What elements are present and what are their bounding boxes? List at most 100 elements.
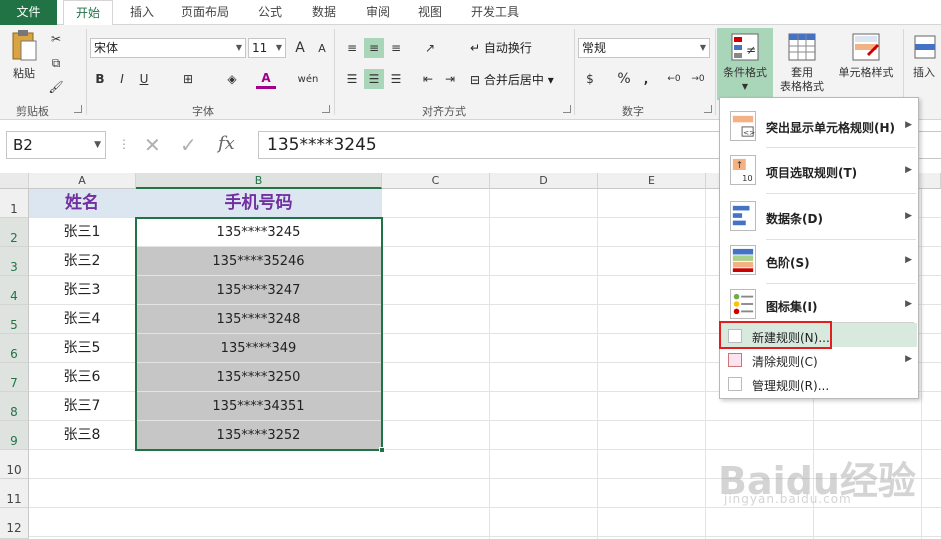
fill-color-icon[interactable]: ◈ (222, 69, 242, 89)
underline-button[interactable]: U (134, 69, 154, 89)
cut-icon[interactable]: ✂ (46, 29, 66, 49)
shrink-font-button[interactable]: A (312, 38, 332, 58)
table-cell-phone[interactable]: 135****3245 (136, 218, 382, 247)
grow-font-button[interactable]: A (290, 38, 310, 58)
percent-button[interactable]: % (614, 69, 634, 89)
number-launcher-icon[interactable] (704, 105, 712, 113)
tab-formulas[interactable]: 公式 (248, 0, 292, 25)
menu-item-data-bars[interactable]: 数据条(D) ▶ (720, 196, 918, 238)
table-cell-name[interactable]: 张三8 (29, 421, 136, 450)
name-box[interactable]: B2 ▼ (6, 131, 106, 159)
column-header-a[interactable]: A (29, 173, 136, 189)
decrease-indent-icon[interactable]: ⇤ (418, 69, 438, 89)
row-header-1[interactable]: 1 (0, 189, 29, 218)
font-name-combo[interactable]: 宋体 ▼ (90, 38, 246, 58)
excel-window: 文件 开始 插入 页面布局 公式 数据 审阅 视图 开发工具 粘贴 ✂ ⧉ 🖌 … (0, 0, 941, 539)
font-launcher-icon[interactable] (322, 105, 330, 113)
menu-item-top-bottom-rules[interactable]: ↑ 10 项目选取规则(T) ▶ (720, 150, 918, 192)
italic-button[interactable]: I (112, 69, 132, 89)
increase-indent-icon[interactable]: ⇥ (440, 69, 460, 89)
fill-handle[interactable] (379, 447, 385, 453)
currency-icon[interactable]: $ (580, 69, 600, 89)
menu-item-highlight-cells-rules[interactable]: <> 突出显示单元格规则(H) ▶ (720, 106, 918, 146)
column-header-e[interactable]: E (598, 173, 706, 189)
insert-function-icon[interactable]: fx (218, 133, 235, 154)
insert-cells-button[interactable]: 插入 (908, 28, 940, 80)
tab-developer[interactable]: 开发工具 (462, 0, 528, 25)
table-cell-phone[interactable]: 135****349 (136, 334, 382, 363)
table-cell-name[interactable]: 张三1 (29, 218, 136, 247)
row-header-6[interactable]: 6 (0, 334, 29, 363)
table-cell-name[interactable]: 张三4 (29, 305, 136, 334)
row-header-8[interactable]: 8 (0, 392, 29, 421)
clipboard-launcher-icon[interactable] (74, 105, 82, 113)
conditional-formatting-button[interactable]: ≠ 条件格式 ▼ (717, 28, 773, 100)
format-as-table-button[interactable]: 套用 表格格式 (776, 28, 828, 94)
row-header-12[interactable]: 12 (0, 508, 29, 539)
column-header-d[interactable]: D (490, 173, 598, 189)
table-cell-name[interactable]: 张三5 (29, 334, 136, 363)
font-group-label: 字体 (192, 105, 214, 118)
table-cell-phone[interactable]: 135****3250 (136, 363, 382, 392)
row-header-11[interactable]: 11 (0, 479, 29, 508)
alignment-launcher-icon[interactable] (563, 105, 571, 113)
tab-file[interactable]: 文件 (0, 0, 57, 25)
font-color-icon[interactable]: A (256, 69, 276, 89)
wrap-text-button[interactable]: ↵ 自动换行 (470, 39, 532, 56)
number-format-combo[interactable]: 常规 ▼ (578, 38, 710, 58)
menu-item-icon-sets[interactable]: 图标集(I) ▶ (720, 284, 918, 326)
menu-item-color-scales[interactable]: 色阶(S) ▶ (720, 240, 918, 282)
select-all-corner[interactable] (0, 173, 29, 189)
row-header-10[interactable]: 10 (0, 450, 29, 479)
table-cell-phone[interactable]: 135****3248 (136, 305, 382, 334)
border-icon[interactable]: ⊞ (178, 69, 198, 89)
bold-button[interactable]: B (90, 69, 110, 89)
align-left-icon[interactable]: ☰ (342, 69, 362, 89)
row-header-5[interactable]: 5 (0, 305, 29, 334)
copy-icon[interactable]: ⧉ (46, 53, 66, 73)
menu-item-clear-rules[interactable]: 清除规则(C) ▶ (720, 349, 918, 371)
tab-data[interactable]: 数据 (302, 0, 346, 25)
decrease-decimal-icon[interactable]: →0 (688, 69, 708, 89)
tab-home[interactable]: 开始 (63, 0, 113, 26)
clear-rules-icon (728, 353, 742, 367)
row-header-4[interactable]: 4 (0, 276, 29, 305)
enter-icon[interactable]: ✓ (180, 133, 197, 157)
table-cell-name[interactable]: 张三6 (29, 363, 136, 392)
orientation-icon[interactable]: ↗ (420, 38, 440, 58)
tab-view[interactable]: 视图 (408, 0, 452, 25)
row-header-2[interactable]: 2 (0, 218, 29, 247)
align-middle-icon[interactable]: ≡ (364, 38, 384, 58)
row-header-3[interactable]: 3 (0, 247, 29, 276)
align-top-icon[interactable]: ≡ (342, 38, 362, 58)
align-bottom-icon[interactable]: ≡ (386, 38, 406, 58)
increase-decimal-icon[interactable]: ←0 (664, 69, 684, 89)
paste-button[interactable]: 粘贴 (6, 29, 42, 81)
table-cell-name[interactable]: 张三3 (29, 276, 136, 305)
comma-button[interactable]: , (636, 69, 656, 89)
row-header-9[interactable]: 9 (0, 421, 29, 450)
format-painter-icon[interactable]: 🖌 (46, 77, 66, 97)
table-cell-phone[interactable]: 135****34351 (136, 392, 382, 421)
table-cell-phone[interactable]: 135****3247 (136, 276, 382, 305)
row-header-7[interactable]: 7 (0, 363, 29, 392)
tab-review[interactable]: 审阅 (356, 0, 400, 25)
merge-center-button[interactable]: ⊟ 合并后居中 ▾ (470, 71, 554, 88)
font-size-combo[interactable]: 11 ▼ (248, 38, 286, 58)
column-header-c[interactable]: C (382, 173, 490, 189)
cancel-icon[interactable]: ✕ (144, 133, 161, 157)
table-cell-name[interactable]: 张三2 (29, 247, 136, 276)
table-cell-phone[interactable]: 135****35246 (136, 247, 382, 276)
table-header-phone[interactable]: 手机号码 (136, 189, 382, 218)
table-header-name[interactable]: 姓名 (29, 189, 136, 218)
cell-styles-button[interactable]: 单元格样式 (832, 28, 900, 80)
column-header-b[interactable]: B (136, 173, 382, 189)
align-right-icon[interactable]: ☰ (386, 69, 406, 89)
menu-item-manage-rules[interactable]: 管理规则(R)... (720, 373, 918, 395)
phonetic-button[interactable]: wén (298, 69, 319, 89)
tab-page-layout[interactable]: 页面布局 (172, 0, 238, 25)
table-cell-name[interactable]: 张三7 (29, 392, 136, 421)
align-center-icon[interactable]: ☰ (364, 69, 384, 89)
table-cell-phone[interactable]: 135****3252 (136, 421, 382, 450)
tab-insert[interactable]: 插入 (120, 0, 164, 25)
